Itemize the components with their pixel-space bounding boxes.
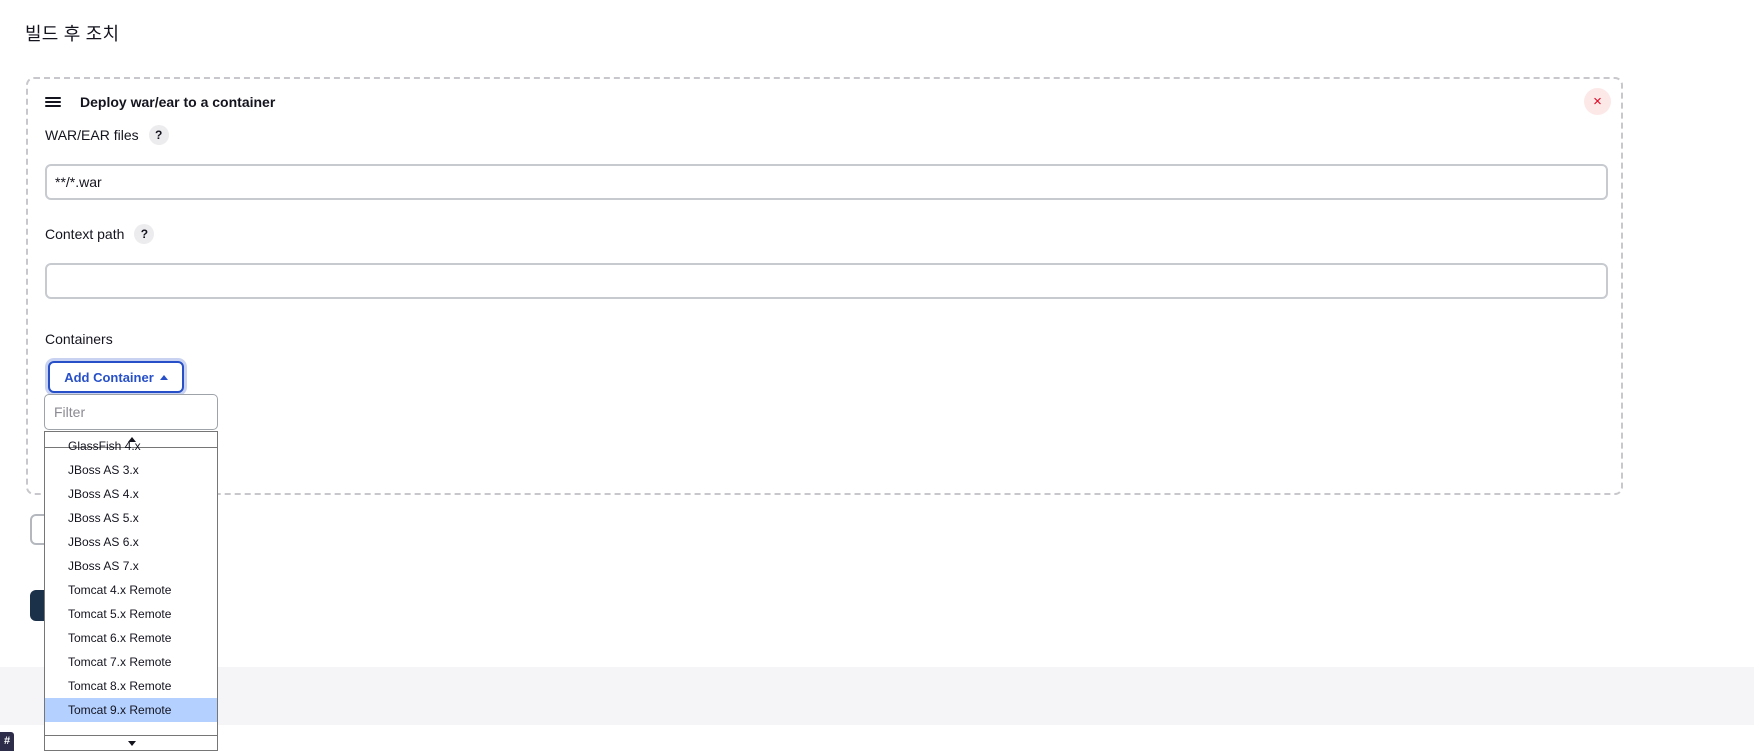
scroll-down-button[interactable]	[45, 735, 217, 750]
help-icon[interactable]: ?	[148, 125, 169, 145]
container-type-dropdown[interactable]: GlassFish 4.x JBoss AS 3.x JBoss AS 4.x …	[44, 431, 218, 751]
context-path-input[interactable]	[45, 263, 1608, 299]
page-footer	[0, 667, 1754, 725]
option-jboss-5x[interactable]: JBoss AS 5.x	[45, 506, 217, 530]
containers-label: Containers	[45, 331, 113, 347]
option-tomcat-8x[interactable]: Tomcat 8.x Remote	[45, 674, 217, 698]
option-tomcat-9x[interactable]: Tomcat 9.x Remote	[45, 698, 217, 722]
delete-step-button[interactable]: ×	[1584, 88, 1611, 115]
context-path-label: Context path	[45, 226, 125, 242]
deploy-step-panel: Deploy war/ear to a container × WAR/EAR …	[26, 77, 1623, 495]
war-ear-files-input[interactable]	[45, 164, 1608, 200]
option-tomcat-5x[interactable]: Tomcat 5.x Remote	[45, 602, 217, 626]
war-ear-files-label: WAR/EAR files	[45, 127, 139, 143]
close-icon: ×	[1593, 93, 1602, 110]
context-path-label-row: Context path ?	[45, 224, 155, 244]
option-jboss-4x[interactable]: JBoss AS 4.x	[45, 482, 217, 506]
option-glassfish-4x[interactable]: GlassFish 4.x	[45, 434, 217, 458]
drag-handle-icon[interactable]	[45, 97, 61, 107]
scroll-down-icon	[128, 741, 136, 746]
option-jboss-6x[interactable]: JBoss AS 6.x	[45, 530, 217, 554]
option-tomcat-4x[interactable]: Tomcat 4.x Remote	[45, 578, 217, 602]
option-tomcat-6x[interactable]: Tomcat 6.x Remote	[45, 626, 217, 650]
option-tomcat-7x[interactable]: Tomcat 7.x Remote	[45, 650, 217, 674]
option-jboss-7x[interactable]: JBoss AS 7.x	[45, 554, 217, 578]
container-filter-input[interactable]	[44, 394, 218, 430]
option-jboss-3x[interactable]: JBoss AS 3.x	[45, 458, 217, 482]
war-ear-files-label-row: WAR/EAR files ?	[45, 125, 169, 145]
corner-badge: #	[0, 732, 14, 751]
add-container-label: Add Container	[64, 369, 154, 385]
section-title: 빌드 후 조치	[25, 24, 120, 44]
help-icon[interactable]: ?	[134, 224, 155, 244]
step-title: Deploy war/ear to a container	[80, 94, 276, 110]
caret-up-icon	[159, 374, 168, 380]
add-container-button[interactable]: Add Container	[48, 361, 184, 393]
containers-label-text: Containers	[45, 331, 113, 347]
